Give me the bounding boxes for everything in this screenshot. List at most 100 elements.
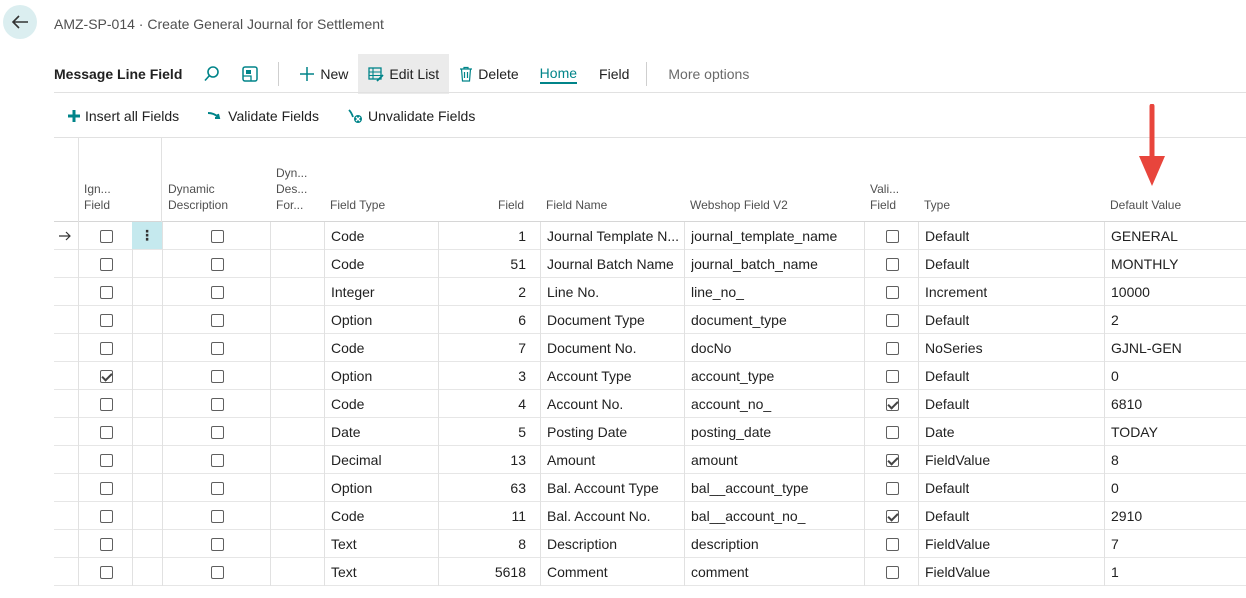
insert-all-fields-button[interactable]: Insert all Fields [54, 108, 193, 124]
webshop-field-cell[interactable]: docNo [691, 334, 861, 362]
validate-field-checkbox[interactable] [886, 482, 899, 495]
ignore-field-checkbox[interactable] [100, 426, 113, 439]
table-row[interactable]: Code 4 Account No. account_no_ Default 6810 [54, 390, 1246, 418]
default-value-cell[interactable]: 6810 [1111, 390, 1142, 418]
field-number-cell[interactable]: 5618 [438, 558, 526, 586]
webshop-field-cell[interactable]: posting_date [691, 418, 861, 446]
ignore-field-checkbox[interactable] [100, 230, 113, 243]
default-value-cell[interactable]: 0 [1111, 362, 1119, 390]
validate-fields-button[interactable]: Validate Fields [193, 108, 333, 124]
dynamic-description-checkbox[interactable] [211, 426, 224, 439]
webshop-field-cell[interactable]: journal_template_name [691, 222, 861, 250]
table-row[interactable]: Option 3 Account Type account_type Default 0 [54, 362, 1246, 390]
edit-list-button[interactable]: Edit List [358, 54, 450, 94]
webshop-field-cell[interactable]: description [691, 530, 861, 558]
type-cell[interactable]: Default [925, 502, 969, 530]
column-header-webshop-field[interactable]: Webshop Field V2 [690, 197, 788, 213]
column-header-field[interactable]: Field [438, 197, 524, 213]
ignore-field-checkbox[interactable] [100, 314, 113, 327]
ignore-field-checkbox[interactable] [100, 258, 113, 271]
field-name-cell[interactable]: Bal. Account Type [547, 474, 681, 502]
table-row[interactable]: Code 7 Document No. docNo NoSeries GJNL-GEN [54, 334, 1246, 362]
type-cell[interactable]: Increment [925, 278, 987, 306]
dynamic-description-checkbox[interactable] [211, 482, 224, 495]
more-options-button[interactable]: More options [657, 66, 760, 82]
validate-field-checkbox[interactable] [886, 510, 899, 523]
column-header-dynamic-description[interactable]: Dynamic Description [168, 181, 228, 213]
dynamic-description-checkbox[interactable] [211, 398, 224, 411]
field-number-cell[interactable]: 2 [438, 278, 526, 306]
column-header-validate-field[interactable]: Vali... Field [870, 181, 899, 213]
type-cell[interactable]: Default [925, 474, 969, 502]
field-type-cell[interactable]: Code [331, 334, 364, 362]
field-type-cell[interactable]: Text [331, 558, 357, 586]
field-name-cell[interactable]: Bal. Account No. [547, 502, 681, 530]
webshop-field-cell[interactable]: document_type [691, 306, 861, 334]
webshop-field-cell[interactable]: account_no_ [691, 390, 861, 418]
webshop-field-cell[interactable]: bal__account_no_ [691, 502, 861, 530]
field-name-cell[interactable]: Account Type [547, 362, 681, 390]
field-type-cell[interactable]: Date [331, 418, 361, 446]
field-name-cell[interactable]: Document Type [547, 306, 681, 334]
webshop-field-cell[interactable]: comment [691, 558, 861, 586]
default-value-cell[interactable]: TODAY [1111, 418, 1158, 446]
dynamic-description-checkbox[interactable] [211, 538, 224, 551]
column-header-ignore-field[interactable]: Ign... Field [84, 181, 111, 213]
field-name-cell[interactable]: Journal Batch Name [547, 250, 681, 278]
column-header-field-name[interactable]: Field Name [546, 197, 607, 213]
validate-field-checkbox[interactable] [886, 342, 899, 355]
validate-field-checkbox[interactable] [886, 370, 899, 383]
default-value-cell[interactable]: 7 [1111, 530, 1119, 558]
validate-field-checkbox[interactable] [886, 426, 899, 439]
dynamic-description-checkbox[interactable] [211, 230, 224, 243]
field-type-cell[interactable]: Code [331, 390, 364, 418]
row-actions-menu-icon[interactable]: ⋮ [132, 222, 162, 249]
validate-field-checkbox[interactable] [886, 286, 899, 299]
back-button[interactable] [3, 5, 37, 39]
table-row[interactable]: Integer 2 Line No. line_no_ Increment 10000 [54, 278, 1246, 306]
column-header-dynamic-description-formula[interactable]: Dyn... Des... For... [276, 165, 307, 213]
field-name-cell[interactable]: Description [547, 530, 681, 558]
webshop-field-cell[interactable]: amount [691, 446, 861, 474]
field-name-cell[interactable]: Account No. [547, 390, 681, 418]
field-number-cell[interactable]: 6 [438, 306, 526, 334]
dynamic-description-checkbox[interactable] [211, 314, 224, 327]
field-number-cell[interactable]: 5 [438, 418, 526, 446]
dynamic-description-checkbox[interactable] [211, 510, 224, 523]
default-value-cell[interactable]: 10000 [1111, 278, 1150, 306]
ignore-field-checkbox[interactable] [100, 482, 113, 495]
search-icon[interactable] [196, 58, 228, 90]
field-number-cell[interactable]: 63 [438, 474, 526, 502]
field-type-cell[interactable]: Decimal [331, 446, 382, 474]
default-value-cell[interactable]: 2910 [1111, 502, 1142, 530]
ignore-field-checkbox[interactable] [100, 398, 113, 411]
column-header-field-type[interactable]: Field Type [330, 197, 385, 213]
dynamic-description-checkbox[interactable] [211, 566, 224, 579]
ignore-field-checkbox[interactable] [100, 370, 113, 383]
field-type-cell[interactable]: Code [331, 250, 364, 278]
field-type-cell[interactable]: Text [331, 530, 357, 558]
ignore-field-checkbox[interactable] [100, 454, 113, 467]
type-cell[interactable]: Default [925, 250, 969, 278]
table-row[interactable]: Code 11 Bal. Account No. bal__account_no_ De… [54, 502, 1246, 530]
webshop-field-cell[interactable]: journal_batch_name [691, 250, 861, 278]
type-cell[interactable]: FieldValue [925, 530, 990, 558]
dynamic-description-checkbox[interactable] [211, 370, 224, 383]
field-type-cell[interactable]: Option [331, 306, 372, 334]
field-type-cell[interactable]: Code [331, 502, 364, 530]
field-number-cell[interactable]: 1 [438, 222, 526, 250]
column-header-type[interactable]: Type [924, 197, 950, 213]
ignore-field-checkbox[interactable] [100, 342, 113, 355]
type-cell[interactable]: Date [925, 418, 955, 446]
tab-home[interactable]: Home [529, 54, 588, 94]
type-cell[interactable]: Default [925, 306, 969, 334]
field-number-cell[interactable]: 7 [438, 334, 526, 362]
table-row[interactable]: Date 5 Posting Date posting_date Date TODAY [54, 418, 1246, 446]
dynamic-description-checkbox[interactable] [211, 342, 224, 355]
field-number-cell[interactable]: 51 [438, 250, 526, 278]
validate-field-checkbox[interactable] [886, 314, 899, 327]
default-value-cell[interactable]: 1 [1111, 558, 1119, 586]
field-name-cell[interactable]: Line No. [547, 278, 681, 306]
default-value-cell[interactable]: GENERAL [1111, 222, 1178, 250]
table-row[interactable]: Text 5618 Comment comment FieldValue 1 [54, 558, 1246, 586]
